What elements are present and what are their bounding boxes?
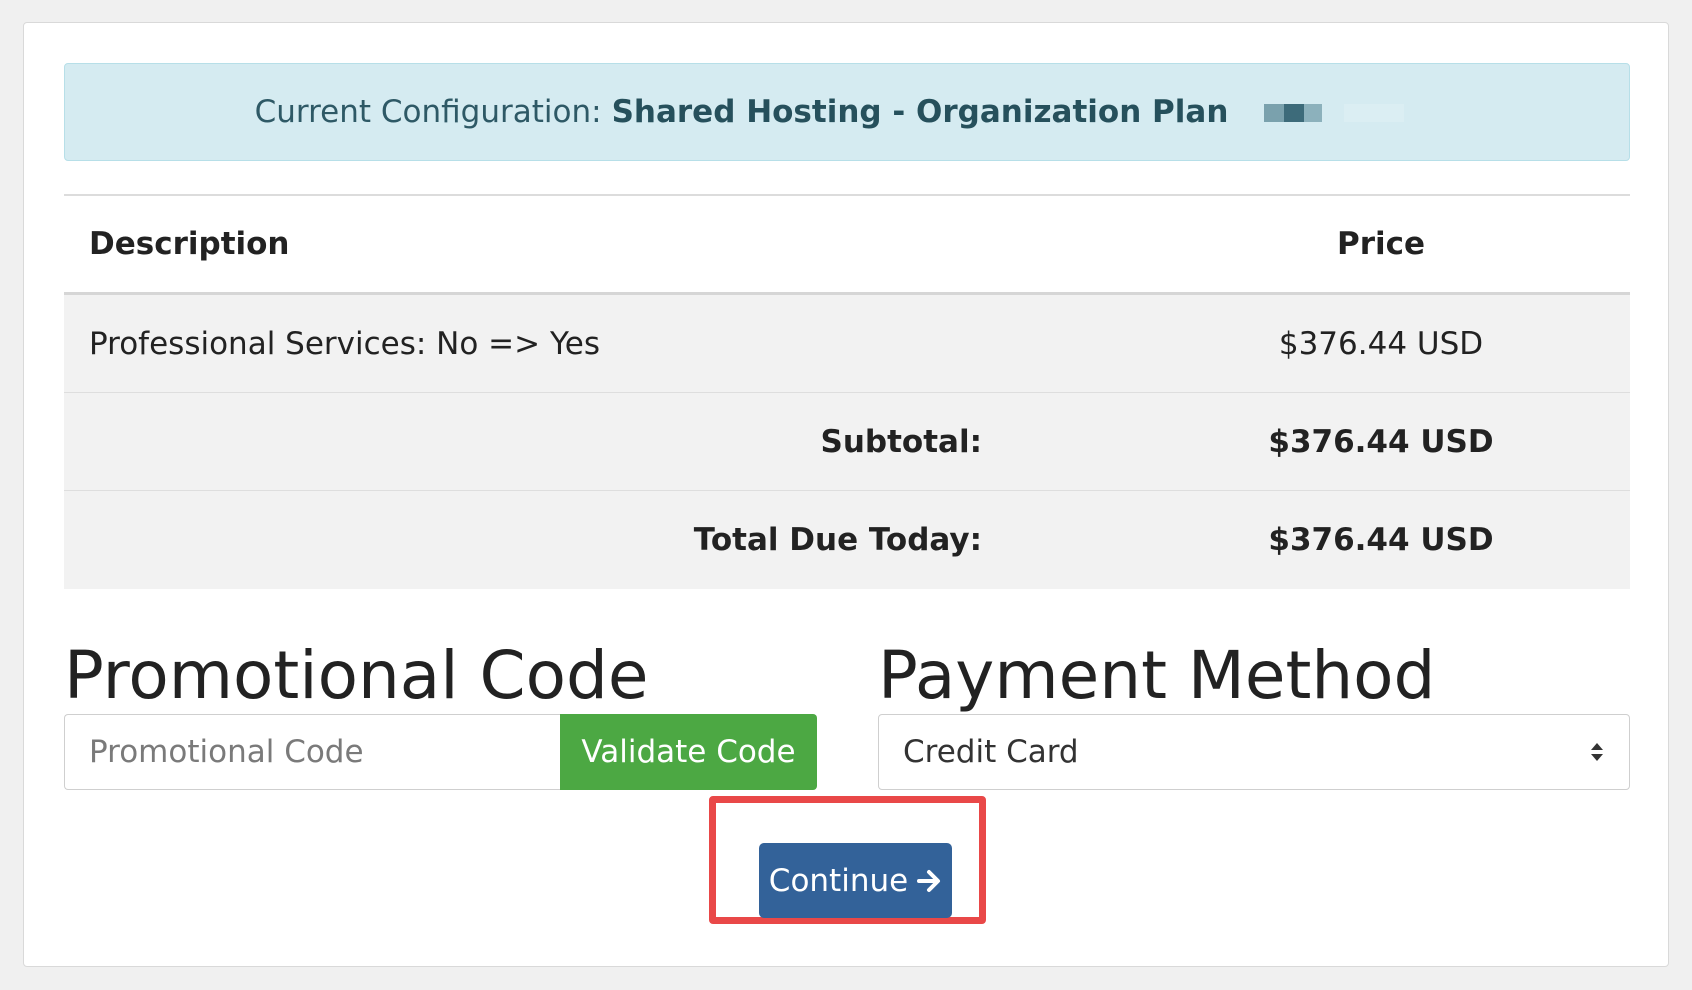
table-row: Professional Services: No => Yes $376.44… (64, 295, 1630, 393)
configuration-label: Current Configuration: (254, 94, 602, 130)
order-summary-card: Current Configuration: Shared Hosting - … (23, 22, 1669, 967)
continue-button[interactable]: Continue (759, 843, 952, 918)
select-arrows-icon (1591, 743, 1603, 761)
total-value: $376.44 USD (1268, 522, 1494, 558)
header-price: Price (1336, 226, 1426, 262)
current-configuration-alert: Current Configuration: Shared Hosting - … (64, 63, 1630, 161)
total-label: Total Due Today: (693, 522, 982, 558)
subtotal-label: Subtotal: (820, 423, 982, 460)
redacted-text (1264, 94, 1439, 130)
promotional-code-heading: Promotional Code (64, 637, 649, 714)
promo-code-input[interactable] (64, 714, 560, 790)
table-header: Description Price (64, 194, 1630, 295)
validate-code-button[interactable]: Validate Code (560, 714, 817, 790)
subtotal-row: Subtotal: $376.44 USD (64, 393, 1630, 491)
header-description: Description (89, 226, 290, 262)
payment-method-select[interactable]: Credit Card (878, 714, 1630, 790)
pricing-table: Description Price Professional Services:… (64, 194, 1630, 589)
continue-button-label: Continue (768, 862, 909, 899)
total-row: Total Due Today: $376.44 USD (64, 491, 1630, 589)
subtotal-value: $376.44 USD (1268, 423, 1494, 460)
item-description: Professional Services: No => Yes (89, 325, 601, 362)
promo-code-group: Validate Code (64, 714, 817, 790)
item-price: $376.44 USD (1278, 325, 1484, 362)
configuration-plan-name: Shared Hosting - Organization Plan (611, 94, 1229, 130)
payment-method-heading: Payment Method (878, 637, 1436, 714)
arrow-right-icon (917, 869, 941, 892)
payment-method-selected: Credit Card (903, 734, 1079, 770)
